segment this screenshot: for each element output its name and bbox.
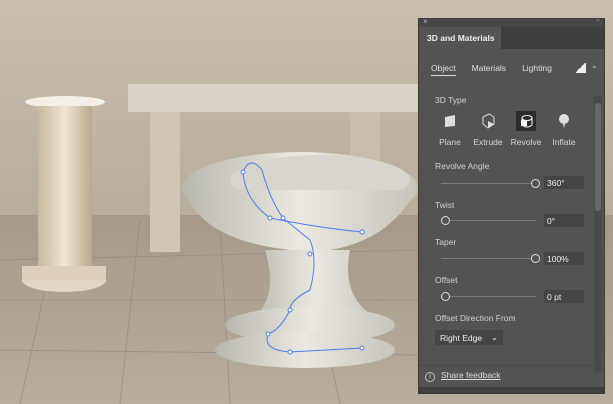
type-label: Inflate [552, 137, 576, 147]
render-options-icon[interactable] [576, 63, 586, 73]
tab-lighting[interactable]: Lighting [522, 63, 552, 76]
revolve-angle-slider[interactable] [441, 179, 540, 188]
3d-type-label: 3D Type [435, 95, 467, 105]
chevron-down-icon[interactable]: ⌄ [591, 61, 598, 70]
type-inflate-button[interactable]: Inflate [545, 111, 583, 147]
panel-resize-bar[interactable] [419, 387, 604, 393]
share-feedback-link[interactable]: Share feedback [441, 370, 501, 380]
slider-knob[interactable] [531, 179, 540, 188]
dropdown-value: Right Edge [440, 333, 483, 343]
twist-slider[interactable] [441, 216, 536, 225]
3d-materials-panel: × » 3D and Materials Object Materials Lig… [418, 17, 605, 394]
type-revolve-button[interactable]: Revolve [507, 111, 545, 147]
panel-tab-3d-materials[interactable]: 3D and Materials [419, 27, 501, 49]
close-icon[interactable]: × [423, 17, 428, 26]
type-label: Revolve [510, 137, 542, 147]
taper-slider[interactable] [441, 254, 540, 263]
twist-label: Twist [435, 200, 455, 210]
tab-materials[interactable]: Materials [472, 63, 506, 76]
type-label: Plane [439, 137, 461, 147]
offset-slider[interactable] [441, 292, 536, 301]
collapse-grip-icon[interactable]: » [596, 17, 600, 24]
scrollbar-thumb[interactable] [595, 103, 601, 211]
offset-input[interactable]: 0 pt [544, 290, 584, 303]
slider-knob[interactable] [531, 254, 540, 263]
extrude-icon [478, 111, 498, 131]
plane-icon [440, 111, 460, 131]
taper-input[interactable]: 100% [544, 252, 584, 265]
type-label: Extrude [473, 137, 503, 147]
type-plane-button[interactable]: Plane [431, 111, 469, 147]
revolve-icon [516, 111, 536, 131]
taper-label: Taper [435, 237, 457, 247]
scrollbar[interactable] [594, 95, 602, 373]
slider-knob[interactable] [441, 216, 450, 225]
twist-input[interactable]: 0° [544, 214, 584, 227]
type-extrude-button[interactable]: Extrude [469, 111, 507, 147]
revolve-angle-input[interactable]: 360° [544, 176, 584, 189]
chevron-down-icon: ⌄ [490, 332, 498, 342]
slider-knob[interactable] [441, 292, 450, 301]
info-icon: i [425, 372, 435, 382]
tab-object[interactable]: Object [431, 63, 456, 76]
offset-direction-label: Offset Direction From [435, 313, 516, 323]
inflate-icon [554, 111, 574, 131]
revolve-angle-label: Revolve Angle [435, 161, 490, 171]
offset-direction-dropdown[interactable]: Right Edge ⌄ [435, 330, 503, 345]
offset-label: Offset [435, 275, 458, 285]
